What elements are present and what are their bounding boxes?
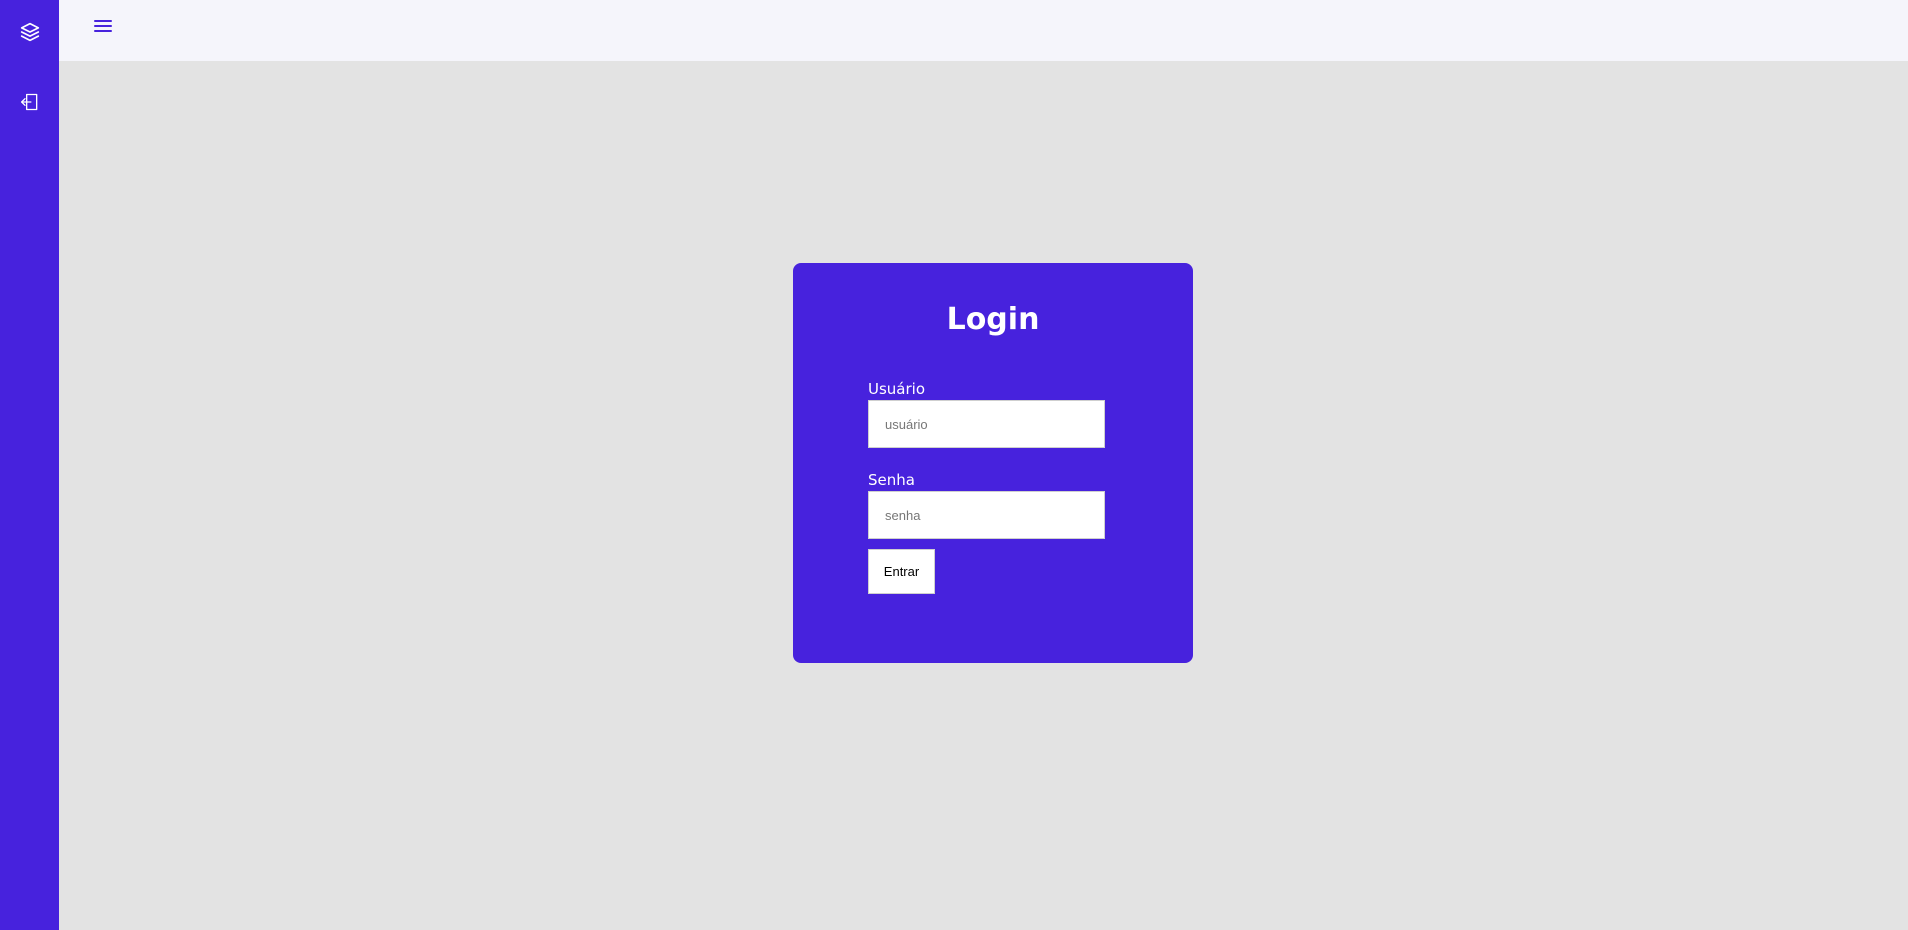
username-label: Usuário — [868, 380, 926, 398]
hamburger-menu-icon[interactable] — [89, 12, 117, 40]
login-card: Login Usuário Senha Entrar — [793, 263, 1193, 663]
layers-icon[interactable] — [0, 14, 59, 50]
password-input[interactable] — [868, 491, 1105, 539]
submit-button[interactable]: Entrar — [868, 549, 935, 594]
login-icon[interactable] — [0, 84, 59, 120]
sidebar — [0, 0, 59, 930]
login-title: Login — [946, 302, 1040, 337]
topbar — [59, 0, 1908, 61]
username-input[interactable] — [868, 400, 1105, 448]
password-label: Senha — [868, 471, 915, 489]
